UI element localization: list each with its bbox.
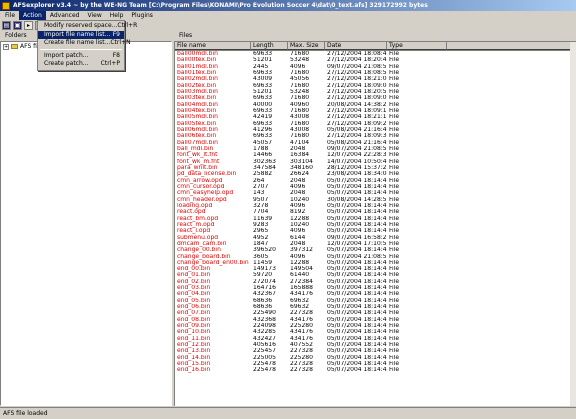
menu-item-shortcut: F9 — [112, 30, 120, 38]
menu-item-label: Create patch... — [44, 60, 89, 67]
column-date[interactable]: Date — [325, 42, 387, 50]
menu-bar: File Action Advanced View Help Plugins — [0, 11, 576, 20]
files-list: File name Length Max. Size Date Type bal… — [174, 41, 576, 406]
max-size-cell: 227328 — [290, 367, 313, 374]
column-file-name[interactable]: File name — [175, 42, 251, 50]
menu-item-import-patch[interactable]: Import patch... F8 — [38, 52, 124, 61]
folders-tree: + AFS file — [0, 41, 172, 406]
menu-advanced[interactable]: Advanced — [46, 11, 84, 20]
vertical-scrollbar[interactable] — [570, 42, 576, 406]
folder-icon — [11, 44, 18, 49]
menu-item-label: Import file name list... — [44, 30, 111, 38]
file-rows: ball00mdl.bin 69633 71680 27/12/2004 18:08:… — [175, 51, 576, 374]
menu-item-shortcut: F8 — [112, 51, 120, 59]
menu-action[interactable]: Action — [19, 11, 46, 20]
folders-header: Folders — [5, 32, 27, 39]
menu-view[interactable]: View — [83, 11, 105, 20]
files-header: Files — [179, 32, 193, 39]
column-headers: File name Length Max. Size Date Type — [175, 42, 576, 51]
menu-item-create-patch[interactable]: Create patch... Ctrl+P — [38, 60, 124, 69]
table-row[interactable]: end_16.bin 225478 227328 05/07/2004 18:14:4… — [175, 367, 576, 373]
menu-item-label: Create file name list... — [44, 39, 111, 46]
window-title: AFSexplorer v3.4 ~ by the WE-NG Team [C:… — [13, 2, 428, 9]
menu-item-shortcut: Ctrl+N — [110, 39, 131, 46]
open-icon[interactable]: ▤ — [2, 20, 11, 30]
title-bar: AFSexplorer v3.4 ~ by the WE-NG Team [C:… — [0, 0, 576, 11]
menu-item-shortcut: Ctrl+R — [117, 22, 138, 29]
action-menu-dropdown: Modify reserved space... Ctrl+R Import f… — [37, 20, 137, 71]
column-length[interactable]: Length — [251, 42, 288, 50]
column-type[interactable]: Type — [387, 42, 447, 50]
menu-plugins[interactable]: Plugins — [127, 11, 157, 20]
type-cell: File — [389, 367, 400, 374]
status-bar: AFS file loaded — [0, 407, 576, 419]
menu-item-import-file-name-list[interactable]: Import file name list... F9 — [38, 30, 124, 39]
menu-help[interactable]: Help — [106, 11, 128, 20]
menu-item-label: Modify reserved space... — [44, 22, 118, 29]
menu-item-modify-reserved-space[interactable]: Modify reserved space... Ctrl+R — [38, 22, 137, 31]
menu-separator — [40, 49, 122, 50]
save-icon[interactable]: ▣ — [13, 20, 22, 30]
column-filler — [447, 42, 576, 50]
extract-icon[interactable]: ▸ — [24, 20, 33, 30]
file-name-cell: end_16.bin — [177, 367, 211, 374]
menu-item-create-file-name-list[interactable]: Create file name list... Ctrl+N — [38, 39, 131, 48]
app-icon — [2, 1, 10, 10]
menu-file[interactable]: File — [1, 11, 19, 20]
length-cell: 225478 — [253, 367, 276, 374]
expand-icon[interactable]: + — [3, 43, 9, 50]
column-max-size[interactable]: Max. Size — [288, 42, 325, 50]
menu-item-label: Import patch... — [44, 51, 89, 59]
menu-item-shortcut: Ctrl+P — [100, 60, 120, 67]
date-cell: 05/07/2004 18:14:44 — [327, 367, 387, 374]
